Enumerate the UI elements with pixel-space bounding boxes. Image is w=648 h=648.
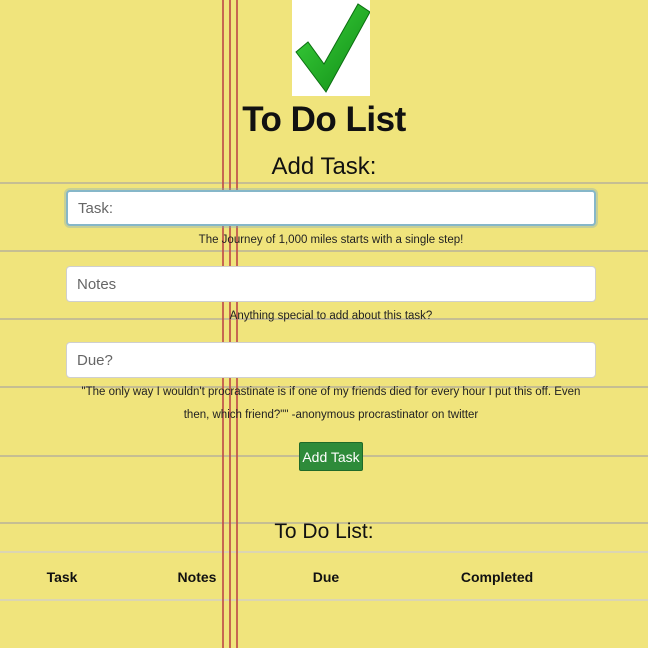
todo-list-heading: To Do List: (274, 520, 374, 543)
due-hint: "The only way I wouldn't procrastinate i… (81, 386, 581, 421)
column-header-due: Due (312, 569, 340, 585)
todo-table-header: Task Notes Due Completed (0, 567, 648, 587)
page: To Do List Add Task: The Journey of 1,00… (0, 0, 648, 648)
add-task-heading: Add Task: (271, 153, 377, 180)
task-input[interactable] (66, 190, 596, 226)
column-header-completed: Completed (460, 569, 534, 585)
notes-hint: Anything special to add about this task? (229, 310, 433, 322)
add-task-button[interactable]: Add Task (299, 442, 363, 471)
column-header-notes: Notes (177, 569, 217, 585)
due-input[interactable] (66, 342, 596, 378)
checkmark-icon (292, 0, 370, 96)
task-hint: The Journey of 1,000 miles starts with a… (198, 234, 464, 246)
column-header-task: Task (46, 569, 78, 585)
notes-input[interactable] (66, 266, 596, 302)
page-title: To Do List (242, 100, 406, 139)
